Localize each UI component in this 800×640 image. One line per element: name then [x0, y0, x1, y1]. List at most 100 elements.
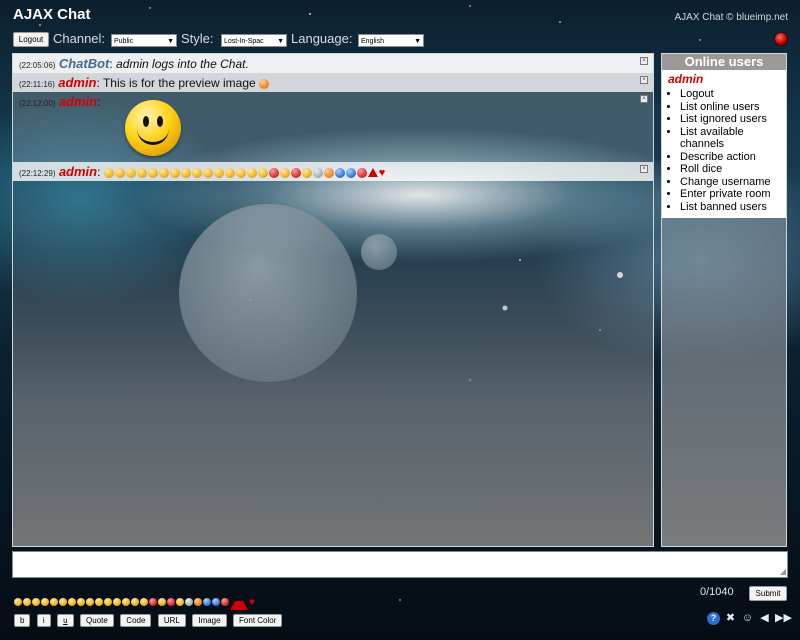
- logout-button[interactable]: Logout: [13, 32, 49, 47]
- message-timestamp: (22:12:29): [19, 169, 56, 178]
- question-icon: [334, 167, 345, 178]
- sound-icon[interactable]: ◀: [758, 612, 771, 625]
- bold-button[interactable]: b: [14, 614, 31, 627]
- submit-button[interactable]: Submit: [749, 586, 787, 601]
- moon-decoration: [361, 234, 397, 270]
- smile-icon: [103, 167, 114, 178]
- chat-message: (22:12:29) admin: ♥ ×: [13, 162, 653, 181]
- menu-item-enter-private-room[interactable]: Enter private room: [680, 188, 780, 201]
- delete-icon[interactable]: ×: [640, 57, 648, 65]
- message-nick[interactable]: admin: [59, 164, 97, 179]
- menu-item-list-ignored-users[interactable]: List ignored users: [680, 113, 780, 126]
- stop-icon[interactable]: [221, 597, 229, 606]
- grin-icon[interactable]: [41, 597, 49, 606]
- user-action-menu: Logout List online users List ignored us…: [668, 88, 780, 213]
- chat-message: (22:11:16) admin: This is for the previe…: [13, 73, 653, 92]
- shock-icon: [246, 167, 257, 178]
- fast-forward-icon[interactable]: ▶▶: [775, 612, 792, 625]
- message-timestamp: (22:11:16): [19, 80, 55, 89]
- large-smiley-image: [125, 100, 181, 156]
- blush-icon[interactable]: [122, 597, 130, 606]
- angry-icon: [268, 167, 279, 178]
- cool-icon: [191, 167, 202, 178]
- menu-item-list-banned-users[interactable]: List banned users: [680, 201, 780, 214]
- nerd-icon[interactable]: [95, 597, 103, 606]
- stop-icon: [356, 167, 367, 178]
- online-user-admin[interactable]: admin: [668, 72, 780, 86]
- language-select[interactable]: English ▼: [358, 34, 424, 47]
- italic-button[interactable]: i: [36, 614, 51, 627]
- message-text: admin logs into the Chat.: [112, 57, 249, 71]
- menu-item-logout[interactable]: Logout: [680, 88, 780, 101]
- confused-icon[interactable]: [104, 597, 112, 606]
- shock-icon[interactable]: [131, 597, 139, 606]
- resize-grip-icon[interactable]: ◢: [780, 567, 786, 576]
- style-select[interactable]: Lost-In-Spac ▼: [221, 34, 287, 47]
- menu-item-list-available-channels[interactable]: List available channels: [680, 126, 780, 151]
- status-red-icon[interactable]: [774, 32, 788, 46]
- channel-select-value: Public: [114, 38, 134, 45]
- delete-icon[interactable]: ×: [640, 76, 648, 84]
- cry-icon[interactable]: [140, 597, 148, 606]
- message-input[interactable]: ◢: [12, 551, 788, 578]
- tongue-icon[interactable]: [50, 597, 58, 606]
- font-color-button[interactable]: Font Color: [233, 614, 283, 627]
- formatting-toolbar: b i u Quote Code URL Image Font Color: [14, 610, 284, 628]
- tongue-icon: [147, 167, 158, 178]
- blush-icon: [235, 167, 246, 178]
- delete-icon[interactable]: ×: [640, 95, 648, 103]
- emoticon-row: ♥: [103, 165, 387, 179]
- quote-button[interactable]: Quote: [80, 614, 114, 627]
- url-button[interactable]: URL: [157, 614, 186, 627]
- help-icon[interactable]: ?: [707, 612, 720, 625]
- image-button[interactable]: Image: [192, 614, 227, 627]
- evil-icon[interactable]: [158, 597, 166, 606]
- chevron-down-icon: ▼: [414, 38, 421, 45]
- message-nick[interactable]: admin: [58, 75, 96, 90]
- neutral-icon[interactable]: [68, 597, 76, 606]
- users-icon[interactable]: ☺: [741, 612, 754, 625]
- menu-item-list-online-users[interactable]: List online users: [680, 101, 780, 114]
- channel-select[interactable]: Public ▼: [111, 34, 177, 47]
- grin-icon: [136, 167, 147, 178]
- language-select-value: English: [361, 38, 384, 45]
- chat-message: (22:12:00) admin: ×: [13, 92, 653, 162]
- cry-icon: [257, 167, 268, 178]
- online-users-header: Online users: [662, 54, 786, 70]
- code-button[interactable]: Code: [120, 614, 152, 627]
- smile-icon[interactable]: [14, 597, 22, 606]
- warning-icon[interactable]: [230, 593, 248, 611]
- question-icon[interactable]: [203, 597, 211, 606]
- settings-icon[interactable]: ✖: [724, 612, 737, 625]
- monkey-icon[interactable]: [176, 597, 184, 606]
- surprised-icon[interactable]: [59, 597, 67, 606]
- wink-icon[interactable]: [23, 597, 31, 606]
- info-icon[interactable]: [212, 597, 220, 606]
- angry-icon[interactable]: [149, 597, 157, 606]
- sad-icon[interactable]: [32, 597, 40, 606]
- exclamation-icon[interactable]: [194, 597, 202, 606]
- message-nick[interactable]: admin: [59, 94, 97, 109]
- lightbulb-icon[interactable]: [185, 597, 193, 606]
- heart-icon[interactable]: ♥: [249, 597, 255, 607]
- evil-icon: [279, 167, 290, 178]
- channel-label: Channel:: [53, 31, 106, 46]
- menu-item-roll-dice[interactable]: Roll dice: [680, 163, 780, 176]
- chat-message-list[interactable]: (22:05:06) ChatBot: admin logs into the …: [12, 53, 654, 547]
- exclamation-icon: [323, 167, 334, 178]
- character-counter: 0/1040: [700, 586, 734, 598]
- chat-message: (22:05:06) ChatBot: admin logs into the …: [13, 54, 653, 73]
- menu-item-describe-action[interactable]: Describe action: [680, 151, 780, 164]
- message-nick[interactable]: ChatBot: [59, 56, 110, 71]
- sunglasses-icon[interactable]: [113, 597, 121, 606]
- devil-icon[interactable]: [167, 597, 175, 606]
- cool-icon[interactable]: [86, 597, 94, 606]
- confused-icon: [213, 167, 224, 178]
- emoticon-picker: ♥: [14, 593, 256, 611]
- delete-icon[interactable]: ×: [640, 165, 648, 173]
- underline-button[interactable]: u: [57, 614, 74, 627]
- info-icon: [345, 167, 356, 178]
- message-text: This is for the preview image: [99, 76, 256, 90]
- laugh-icon[interactable]: [77, 597, 85, 606]
- menu-item-change-username[interactable]: Change username: [680, 176, 780, 189]
